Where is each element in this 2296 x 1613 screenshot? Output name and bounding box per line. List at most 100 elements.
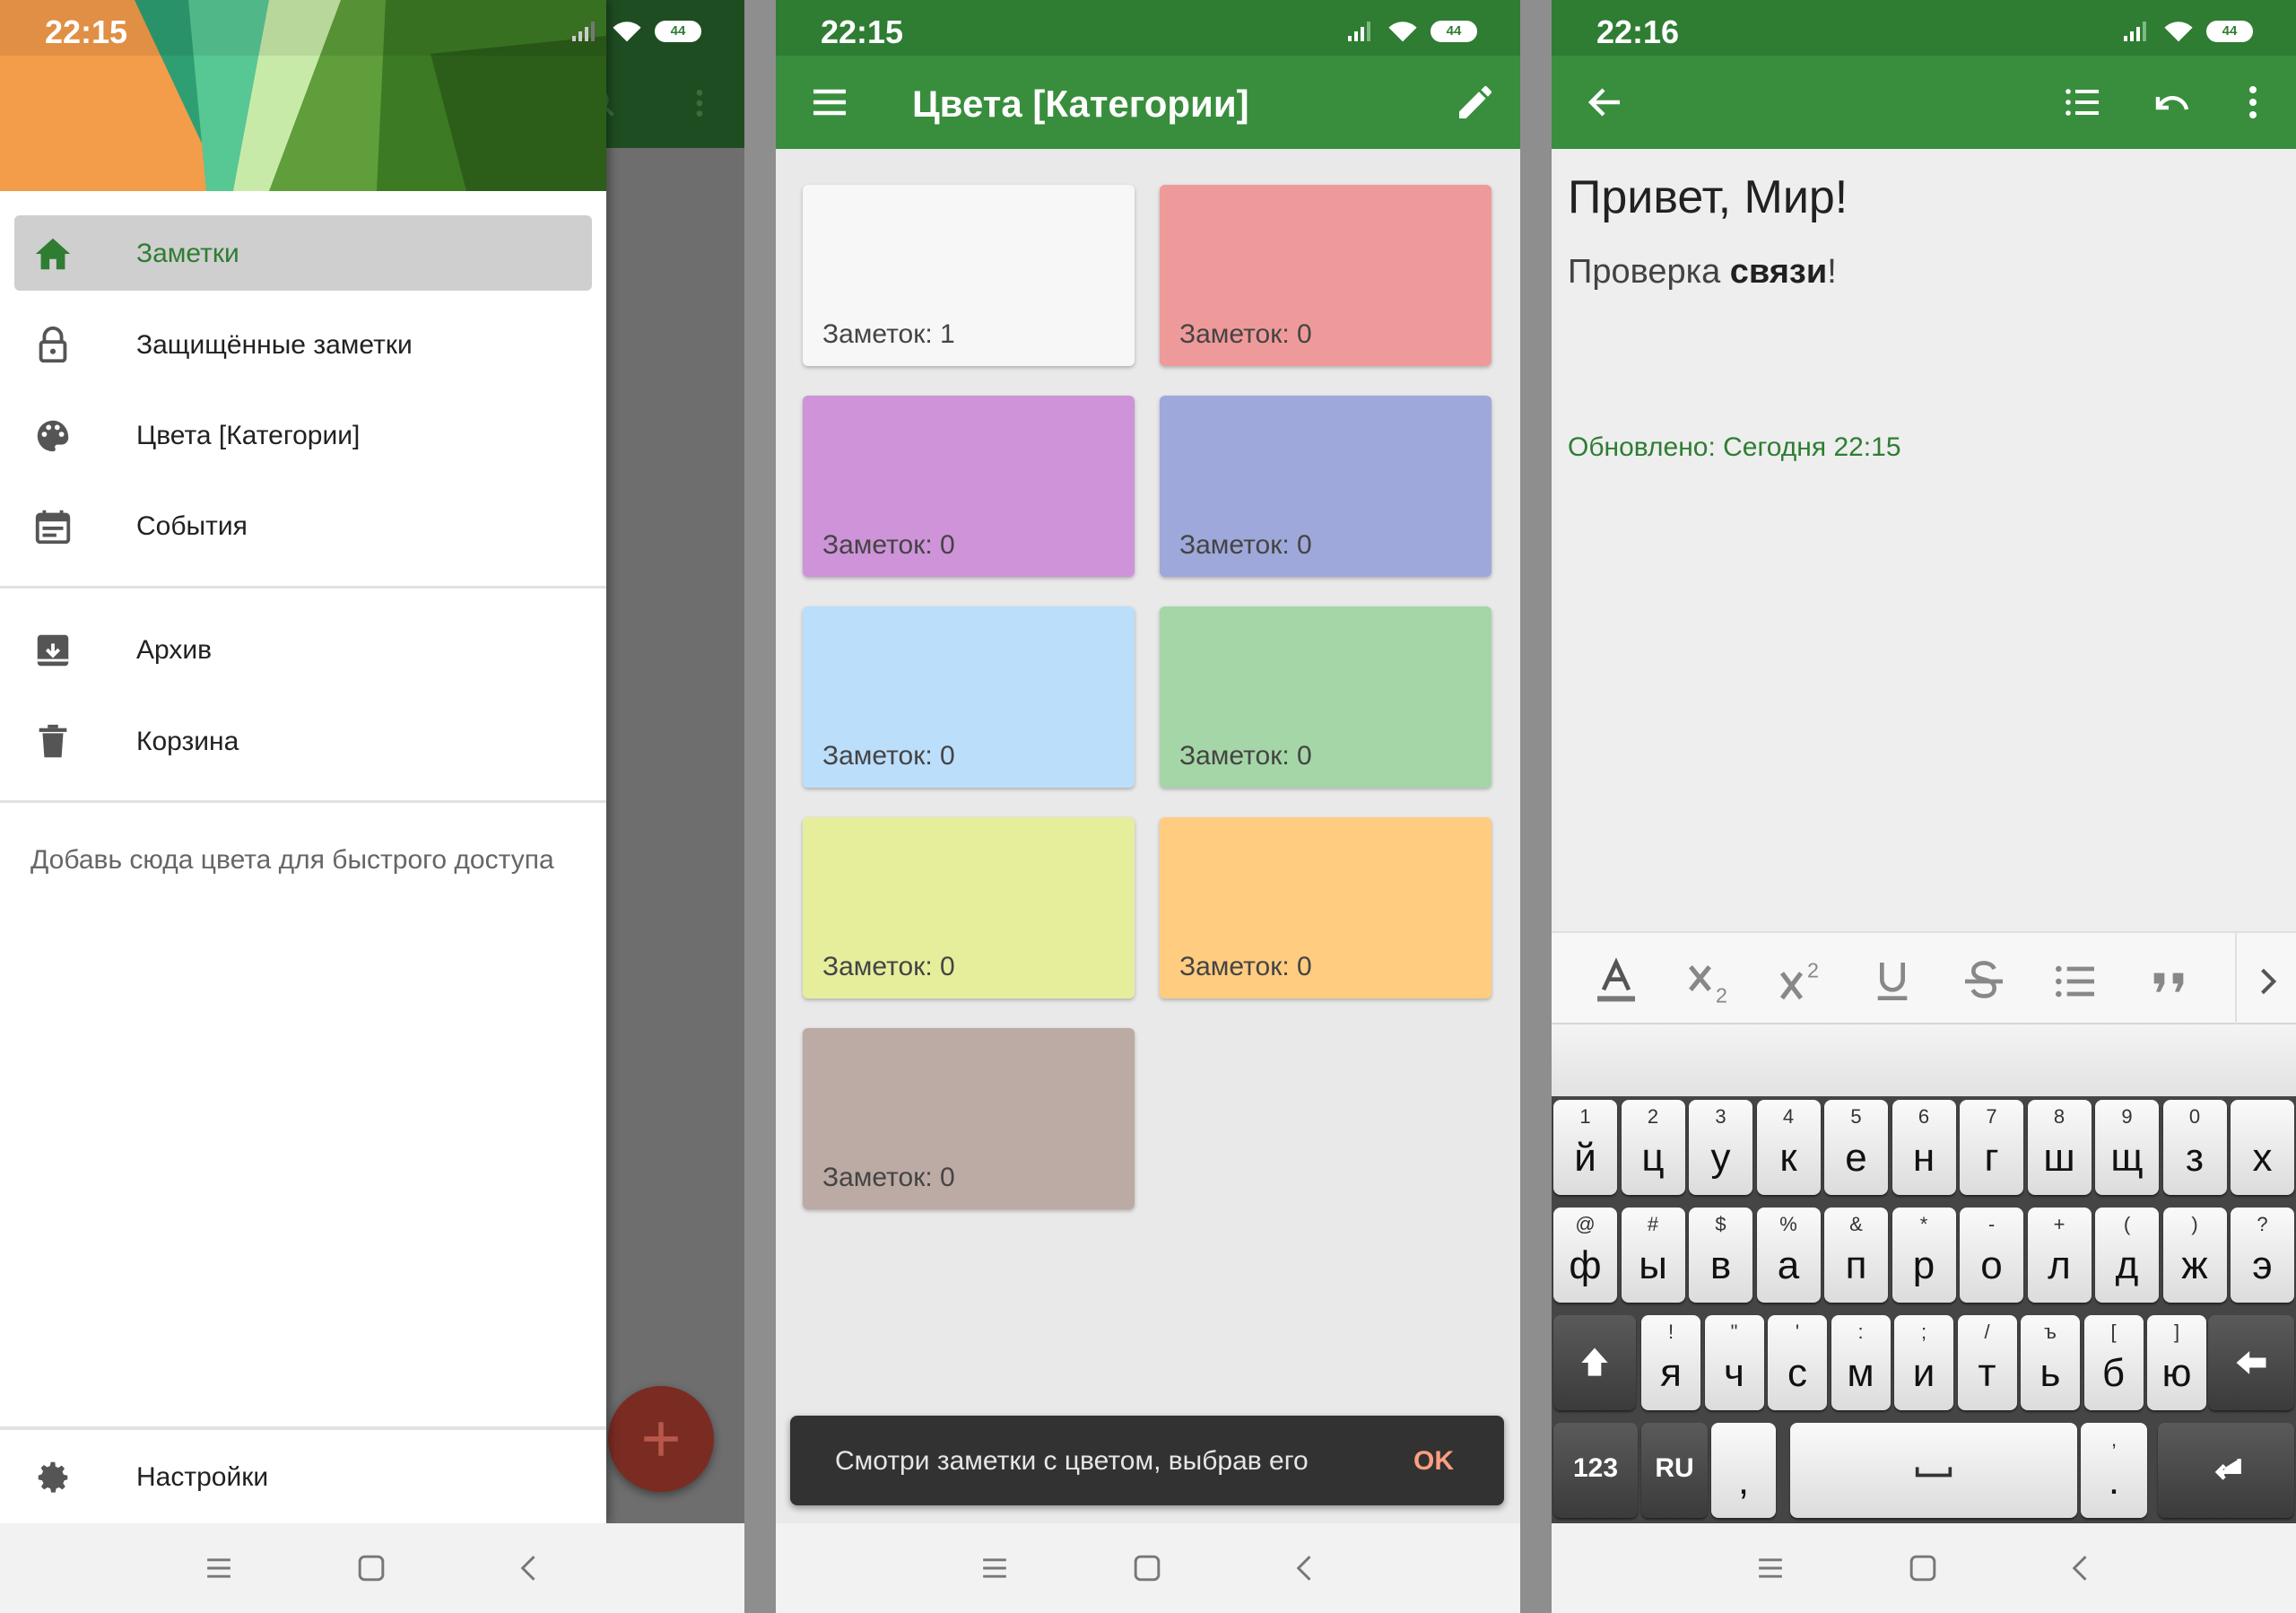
superscript-icon[interactable]: 2 <box>1776 956 1826 1007</box>
key-label: н <box>1912 1136 1935 1180</box>
key-shift[interactable] <box>1553 1315 1636 1410</box>
key-к[interactable]: 4к <box>1756 1100 1821 1195</box>
trash-icon <box>32 721 74 763</box>
quote-icon[interactable] <box>2144 956 2194 1007</box>
key-у[interactable]: 3у <box>1689 1100 1752 1195</box>
key-р[interactable]: * р <box>1892 1208 1956 1303</box>
key-э[interactable]: ? э <box>2231 1208 2294 1303</box>
back-arrow-icon[interactable] <box>1584 81 1627 124</box>
home-nav-icon[interactable] <box>352 1548 391 1588</box>
key-period[interactable]: ,. <box>2081 1423 2147 1518</box>
divider <box>0 800 606 803</box>
back-nav-icon[interactable] <box>1285 1548 1325 1588</box>
key-о[interactable]: -о <box>1960 1208 2023 1303</box>
color-category-tile[interactable]: Заметок: 0 <box>803 1028 1135 1209</box>
color-category-tile[interactable]: Заметок: 0 <box>1160 396 1492 577</box>
key-щ[interactable]: 9щ <box>2095 1100 2159 1195</box>
drawer-item-events[interactable]: События <box>14 488 592 563</box>
key-label: я <box>1660 1351 1682 1395</box>
key-н[interactable]: 6н <box>1892 1100 1956 1195</box>
subscript-icon[interactable]: 2 <box>1684 956 1735 1007</box>
text-color-icon[interactable] <box>1591 956 1641 1007</box>
key-и[interactable]: ; и <box>1894 1315 1953 1410</box>
key-ф[interactable]: @ ф <box>1553 1208 1617 1303</box>
key-б[interactable]: [б <box>2083 1315 2144 1410</box>
menu-icon[interactable] <box>808 81 851 124</box>
key-г[interactable]: 7г <box>1960 1100 2023 1195</box>
key-ж[interactable]: ) ж <box>2162 1208 2227 1303</box>
snackbar-message: Смотри заметки с цветом, выбрав его <box>835 1446 1309 1476</box>
color-category-tile[interactable]: Заметок: 0 <box>1160 817 1492 998</box>
key-123[interactable]: 123 <box>1553 1423 1638 1518</box>
key-hint: ъ <box>2044 1321 2057 1343</box>
recents-icon[interactable] <box>1751 1548 1790 1588</box>
key-д[interactable]: (д <box>2095 1208 2159 1303</box>
drawer-item-label: Цвета [Категории] <box>136 421 361 450</box>
drawer-item-protected[interactable]: Защищённые заметки <box>14 307 592 382</box>
key-е[interactable]: 5е <box>1824 1100 1888 1195</box>
key-т[interactable]: / т <box>1957 1315 2017 1410</box>
color-category-tile[interactable]: Заметок: 0 <box>803 817 1135 998</box>
key-х[interactable]: х <box>2231 1100 2294 1195</box>
drawer-item-archive[interactable]: Архив <box>14 612 592 687</box>
drawer-item-settings[interactable]: Настройки <box>14 1439 592 1514</box>
add-note-fab[interactable] <box>608 1386 714 1492</box>
color-category-tile[interactable]: Заметок: 0 <box>803 396 1135 577</box>
key-language[interactable]: RU <box>1641 1423 1708 1518</box>
key-л[interactable]: + л <box>2027 1208 2092 1303</box>
recents-icon[interactable] <box>199 1548 239 1588</box>
key-ю[interactable]: ] ю <box>2147 1315 2206 1410</box>
tile-note-count: Заметок: 0 <box>822 530 955 560</box>
home-nav-icon[interactable] <box>1127 1548 1167 1588</box>
key-з[interactable]: 0з <box>2162 1100 2227 1195</box>
tile-note-count: Заметок: 0 <box>1179 952 1312 981</box>
plus-icon <box>644 1422 678 1456</box>
note-body-field[interactable]: Проверка связи! <box>1568 253 1837 292</box>
color-category-tile[interactable]: Заметок: 1 <box>803 185 1135 366</box>
key-label: у <box>1710 1136 1731 1180</box>
more-vert-icon[interactable] <box>2231 81 2274 124</box>
key-comma[interactable]: , <box>1711 1423 1776 1518</box>
home-nav-icon[interactable] <box>1903 1548 1943 1588</box>
bullet-list-icon[interactable] <box>2050 956 2100 1007</box>
chevron-right-icon[interactable] <box>2248 956 2287 1007</box>
drawer-item-colors[interactable]: Цвета [Категории] <box>14 397 592 473</box>
recents-icon[interactable] <box>975 1548 1014 1588</box>
checklist-icon[interactable] <box>2061 81 2104 124</box>
more-vert-icon[interactable] <box>682 85 718 121</box>
undo-icon[interactable] <box>2151 81 2194 124</box>
key-я[interactable]: ! я <box>1641 1315 1700 1410</box>
key-hint: ( <box>2123 1213 2131 1235</box>
drawer-item-notes[interactable]: Заметки <box>14 215 592 291</box>
underline-icon[interactable] <box>1867 956 1918 1007</box>
signal-icon <box>2124 22 2146 41</box>
key-м[interactable]: :м <box>1831 1315 1891 1410</box>
key-hint: 0 <box>2188 1105 2201 1128</box>
edit-pencil-icon[interactable] <box>1454 81 1497 124</box>
key-enter[interactable] <box>2158 1423 2294 1518</box>
key-й[interactable]: 1й <box>1553 1100 1617 1195</box>
page-title: Цвета [Категории] <box>912 83 1249 125</box>
key-hint: " <box>1730 1321 1738 1343</box>
key-label: щ <box>2110 1136 2144 1180</box>
key-ш[interactable]: 8ш <box>2027 1100 2092 1195</box>
key-ч[interactable]: " ч <box>1704 1315 1764 1410</box>
key-ь[interactable]: ъь <box>2021 1315 2080 1410</box>
key-в[interactable]: $ в <box>1689 1208 1752 1303</box>
drawer-item-trash[interactable]: Корзина <box>14 703 592 779</box>
back-nav-icon[interactable] <box>509 1548 549 1588</box>
snackbar-ok-button[interactable]: OK <box>1413 1446 1454 1477</box>
note-title-field[interactable]: Привет, Мир! <box>1568 170 1848 224</box>
key-п[interactable]: & п <box>1824 1208 1888 1303</box>
key-space[interactable] <box>1790 1423 2077 1518</box>
key-backspace[interactable] <box>2208 1315 2294 1410</box>
color-category-tile[interactable]: Заметок: 0 <box>1160 185 1492 366</box>
color-category-tile[interactable]: Заметок: 0 <box>1160 606 1492 788</box>
color-category-tile[interactable]: Заметок: 0 <box>803 606 1135 788</box>
key-с[interactable]: ' с <box>1768 1315 1827 1410</box>
key-ы[interactable]: # ы <box>1621 1208 1685 1303</box>
strikethrough-icon[interactable] <box>1959 956 2009 1007</box>
key-а[interactable]: % а <box>1756 1208 1821 1303</box>
back-nav-icon[interactable] <box>2061 1548 2100 1588</box>
key-ц[interactable]: 2ц <box>1621 1100 1685 1195</box>
